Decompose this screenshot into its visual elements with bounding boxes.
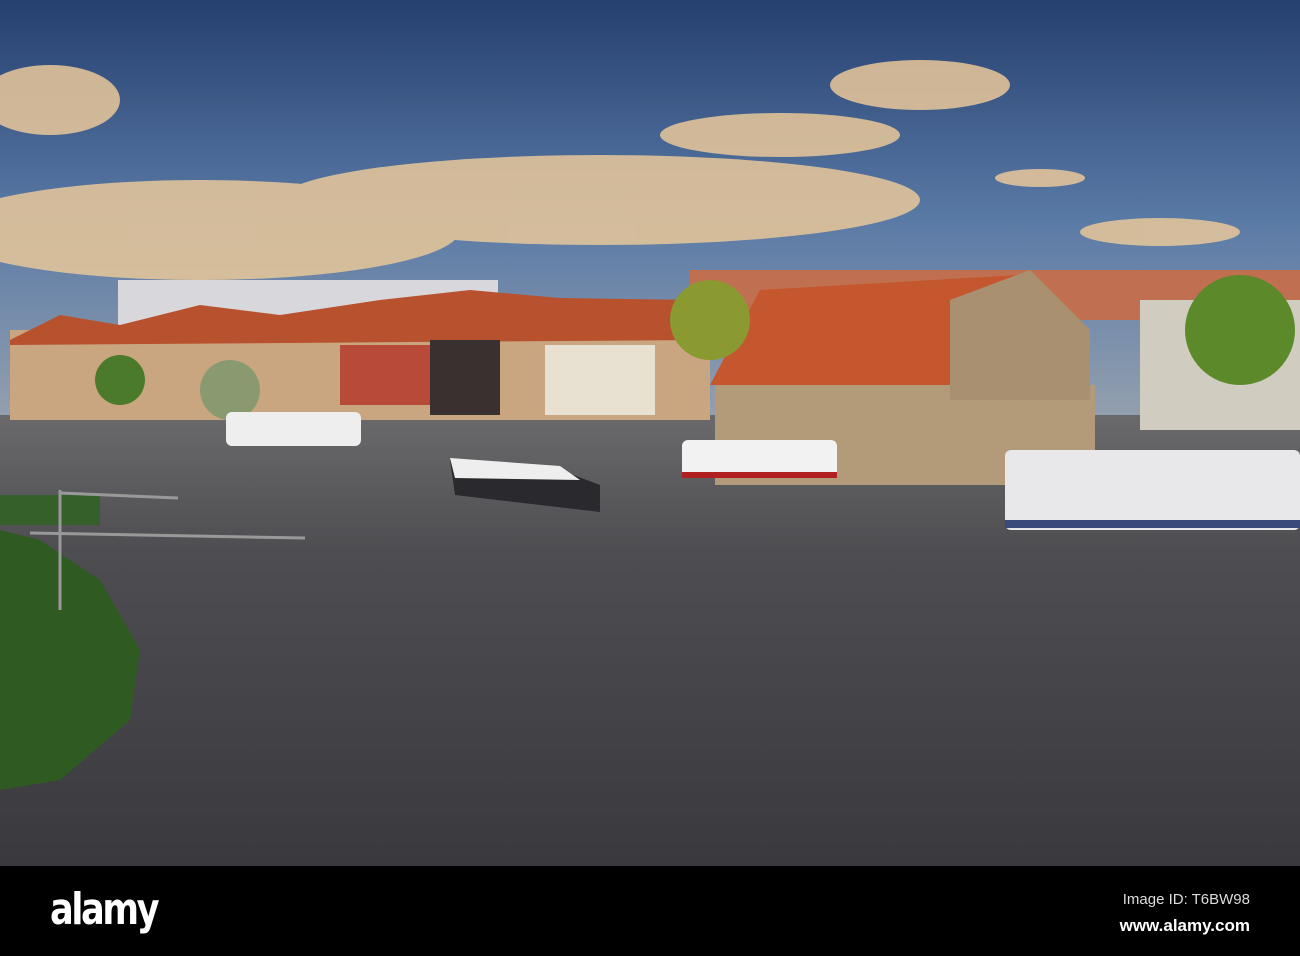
alamy-logo: alamy [50, 884, 160, 935]
boat [1005, 450, 1300, 530]
watermark-url: www.alamy.com [1119, 916, 1250, 935]
river-town-photo [0, 0, 1300, 866]
watermark-bar: alamy Image ID: T6BW98 www.alamy.com [0, 866, 1300, 956]
boat [226, 412, 361, 446]
image-id: Image ID: T6BW98 [1122, 891, 1250, 908]
